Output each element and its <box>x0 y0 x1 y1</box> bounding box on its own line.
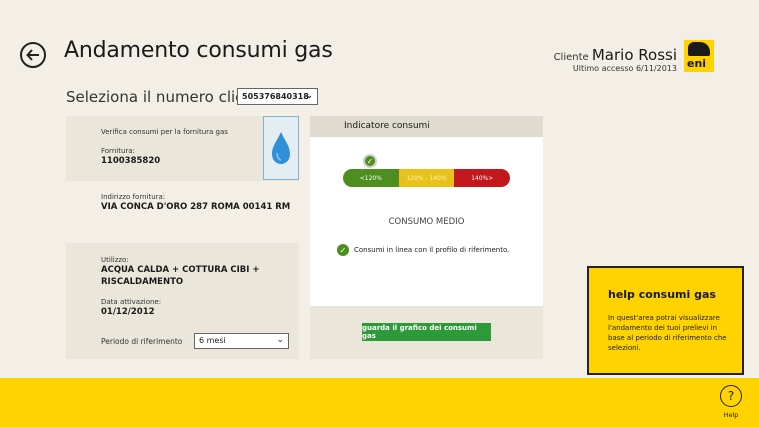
scale-segment-high: 140%> <box>454 169 510 187</box>
back-button[interactable] <box>20 42 46 68</box>
gas-icon-tile <box>263 116 299 180</box>
consumption-scale: <120% 120% - 140% 140%> <box>343 169 510 187</box>
level-marker-check-icon: ✓ <box>363 154 377 168</box>
last-access: Ultimo accesso 6/11/2013 <box>572 64 677 73</box>
user-info: Cliente Mario Rossi Ultimo accesso 6/11/… <box>554 46 677 73</box>
client-number-value: 505376840318 <box>242 92 309 101</box>
attivazione-label: Data attivazione: <box>101 298 162 306</box>
client-number-select[interactable]: 505376840318 ⌄ <box>237 88 318 105</box>
check-circle-icon: ✓ <box>337 244 349 256</box>
help-panel: help consumi gas In quest'area potrai vi… <box>587 266 744 375</box>
period-select[interactable]: 6 mesi ⌄ <box>194 333 289 349</box>
indirizzo-value: VIA CONCA D'ORO 287 ROMA 00141 RM <box>101 202 291 212</box>
address-section: Indirizzo fornitura: VIA CONCA D'ORO 287… <box>66 181 299 243</box>
utilizzo-value-line2: RISCALDAMENTO <box>101 277 184 287</box>
indicator-title: Indicatore consumi <box>310 116 543 137</box>
bottom-app-bar <box>0 378 759 427</box>
help-button[interactable]: ? <box>720 385 742 407</box>
chevron-down-icon: ⌄ <box>276 335 284 345</box>
customer-name: Mario Rossi <box>591 46 677 64</box>
indirizzo-label: Indirizzo fornitura: <box>101 193 166 201</box>
status-text: Consumi in linea con il profilo di rifer… <box>354 246 510 254</box>
help-title: help consumi gas <box>608 288 716 301</box>
period-value: 6 mesi <box>199 336 226 345</box>
customer-prefix: Cliente <box>553 52 589 63</box>
page-title: Andamento consumi gas <box>64 38 333 63</box>
utilizzo-value-line1: ACQUA CALDA + COTTURA CIBI + <box>101 265 260 275</box>
eni-logo: eni <box>684 40 714 72</box>
chevron-down-icon: ⌄ <box>305 91 313 101</box>
question-mark-icon: ? <box>727 389 735 403</box>
indicator-footer: guarda il grafico dei consumi gas <box>310 306 543 359</box>
consumption-indicator-panel: Indicatore consumi ✓ <120% 120% - 140% 1… <box>310 116 543 359</box>
logo-text: eni <box>687 57 707 70</box>
gas-flame-icon <box>272 132 290 164</box>
help-button-label: Help <box>723 411 739 419</box>
scale-segment-medium: 120% - 140% <box>398 169 455 187</box>
period-label: Periodo di riferimento <box>101 337 183 346</box>
arrow-left-icon <box>26 49 39 61</box>
six-legged-dog-icon <box>688 42 710 56</box>
status-row: ✓ Consumi in linea con il profilo di rif… <box>337 244 509 256</box>
consumption-level-label: CONSUMO MEDIO <box>388 217 465 227</box>
attivazione-value: 01/12/2012 <box>101 307 155 317</box>
help-text: In quest'area potrai visualizzare l'anda… <box>608 314 727 352</box>
utilizzo-label: Utilizzo: <box>101 256 129 264</box>
view-gas-chart-button[interactable]: guarda il grafico dei consumi gas <box>362 323 491 341</box>
scale-segment-low: <120% <box>343 169 399 187</box>
